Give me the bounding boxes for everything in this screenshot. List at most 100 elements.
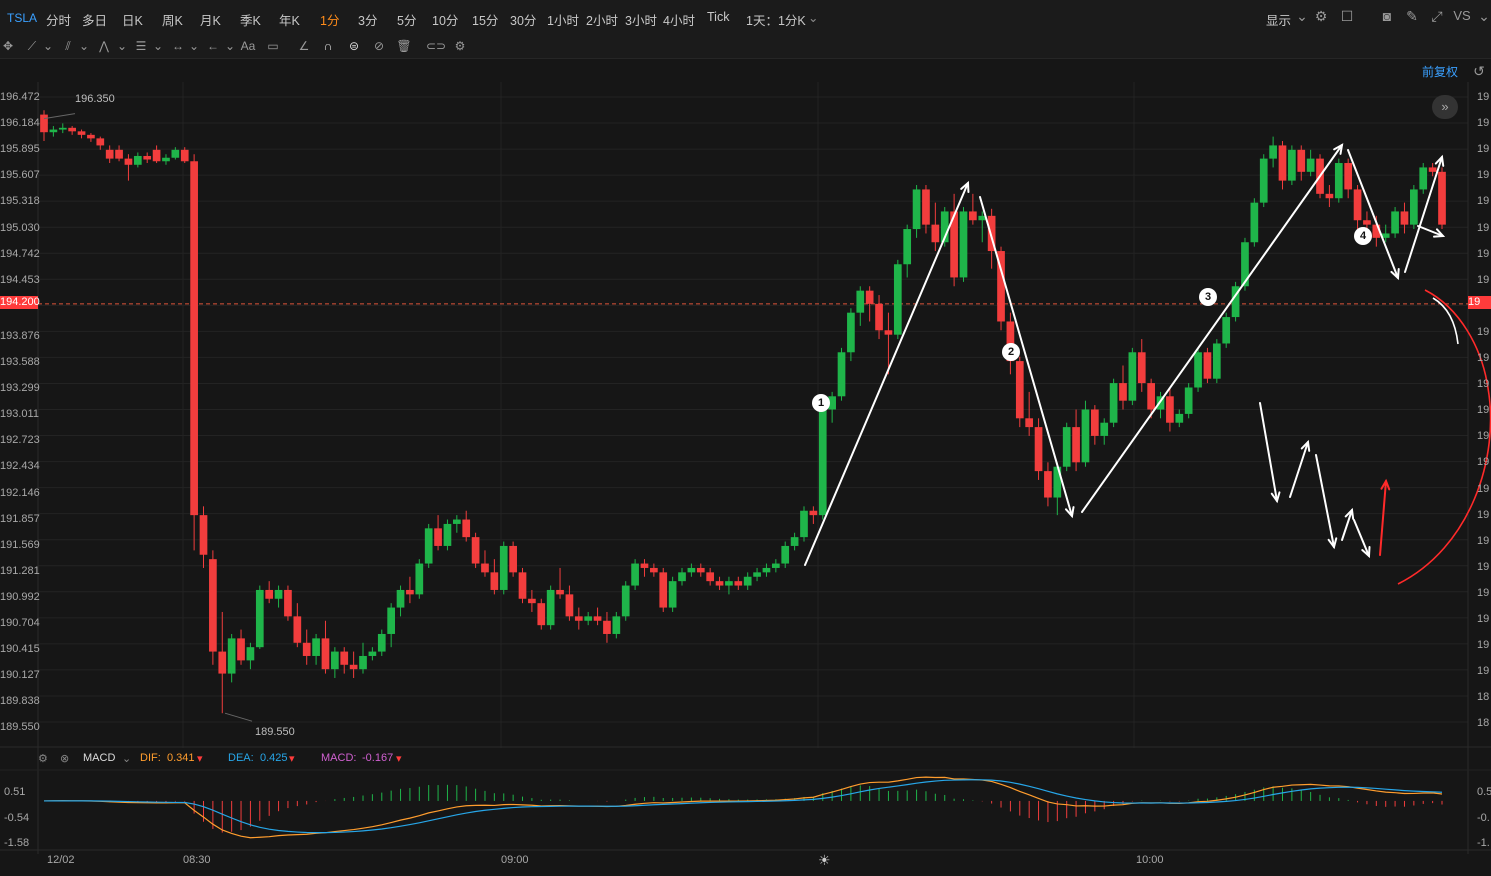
candle-body [706,572,715,582]
candle-body [556,589,564,595]
wave-arrow-2 [979,196,1073,517]
macd-name[interactable]: MACD [83,752,115,764]
timeframe-tab-0[interactable]: 分时 [46,10,71,29]
timeframe-tab-7[interactable]: 1分 [320,10,339,29]
candle-body [1325,193,1334,199]
link-icon[interactable]: ⊂⊃ [426,38,446,54]
sketch-arrow-c [1315,454,1335,548]
x-label-0900: 09:00 [501,854,529,866]
trash-icon[interactable]: 🗑 [396,38,412,54]
timeframe-tab-17[interactable]: Tick [707,10,729,24]
candle-body [574,616,583,621]
macd-value: -0.167 [362,752,394,764]
timeframe-tab-5[interactable]: 季K [240,10,261,29]
candle-body [331,651,339,670]
timeframe-tab-2[interactable]: 日K [122,10,143,29]
macd-y-label-1: -0.54 [4,811,30,824]
candle-body [1438,171,1446,225]
candle-body [424,528,433,564]
price-chart[interactable] [0,58,1491,876]
candle-body [1288,149,1296,181]
chevron-down-icon[interactable]: ⌄ [150,38,166,54]
measure-icon[interactable]: ∠ [296,38,312,54]
timeframe-tab-13[interactable]: 1小时 [547,10,579,29]
candle-body [762,567,771,573]
timeframe-tab-8[interactable]: 3分 [358,10,377,29]
drawing-toolbar: ✥ ⟋ ⌄ ⫽ ⌄ ⋀ ⌄ ☰ ⌄ ↔ ⌄ ← ⌄ Aa ▭ ∠ ∩ ⊜ ⊘ 🗑… [0,34,1491,59]
display-menu[interactable]: 显示 [1266,10,1291,29]
macd-right-label-1: -0. [1477,811,1490,824]
chevron-down-icon[interactable]: ⌄ [1475,7,1491,25]
wave-label-3: 3 [1199,288,1217,306]
timeframe-tab-1[interactable]: 多日 [82,10,107,29]
high-leader [43,113,76,120]
pencil-icon[interactable]: ✎ [1403,7,1421,25]
chevron-down-icon[interactable]: ⌄ [76,38,92,54]
comment-icon[interactable]: ▭ [265,38,281,54]
candle-body [959,211,968,278]
timeframe-tab-12[interactable]: 30分 [510,10,536,29]
candle-body [1128,352,1137,401]
gear-icon[interactable]: ⚙ [1312,7,1330,25]
line-tool-icon[interactable]: ⟋ [24,38,40,54]
close-icon[interactable]: ⊗ [60,752,69,765]
gear-icon[interactable]: ⚙ [452,38,468,54]
right-y-label-6: 19 [1477,247,1490,260]
chevron-down-icon[interactable]: ⌄ [114,38,130,54]
candle-body [1119,383,1127,401]
layout-icon[interactable]: ☐ [1338,7,1356,25]
move-icon[interactable]: ✥ [0,38,16,54]
candle-body [612,616,621,634]
arrow-tool-icon[interactable]: ← [205,38,221,54]
expand-icon[interactable]: » [1432,95,1458,119]
channel-tool-icon[interactable]: ⫽ [60,38,76,54]
right-y-label-3: 19 [1477,169,1490,182]
y-label-0: 196.472 [0,91,40,103]
chevron-down-icon[interactable]: ⌄ [1293,7,1311,25]
wave-label-2: 2 [1002,343,1020,361]
chevron-down-icon[interactable]: ⌄ [808,10,818,25]
right-y-label-17: 19 [1477,560,1490,573]
chevron-down-icon[interactable]: ⌄ [186,38,202,54]
timeframe-tab-14[interactable]: 2小时 [586,10,618,29]
fib-tool-icon[interactable]: ☰ [133,38,149,54]
chevron-down-icon[interactable]: ⌄ [222,38,238,54]
candle-body [359,655,367,670]
chevron-down-icon[interactable]: ⌄ [122,752,131,765]
macd-right-label-0: 0.5 [1477,786,1491,798]
timeframe-tab-16[interactable]: 4小时 [663,10,695,29]
camera-icon[interactable]: ◙ [1378,7,1396,25]
y-label-11: 193.299 [0,382,40,395]
candle-body [696,567,705,573]
current-price-tag: 194.200 [0,296,40,309]
candle-body [1166,396,1174,423]
timeframe-tab-15[interactable]: 3小时 [625,10,657,29]
timeframe-tab-10[interactable]: 10分 [432,10,458,29]
candle-body [87,134,95,139]
fullscreen-icon[interactable]: ⤢ [1428,7,1446,25]
candle-body [1034,427,1043,472]
candle-body [1269,145,1277,159]
pattern-tool-icon[interactable]: ⋀ [96,38,112,54]
timeframe-tab-9[interactable]: 5分 [397,10,416,29]
range-tool-icon[interactable]: ↔ [170,38,186,54]
candle-body [800,510,808,538]
hide-drawing-icon[interactable]: ⊘ [371,38,387,54]
compare-icon[interactable]: VS [1453,7,1471,25]
right-y-label-12: 19 [1477,430,1490,443]
candle-body [1194,352,1202,388]
timeframe-tab-11[interactable]: 15分 [472,10,498,29]
gear-icon[interactable]: ⚙ [38,752,48,765]
right-y-label-19: 19 [1477,613,1490,625]
symbol-label[interactable]: TSLA [7,11,37,25]
period-select[interactable]: 1天：1分K [746,10,806,29]
lock-drawing-icon[interactable]: ⊜ [346,38,362,54]
timeframe-tab-6[interactable]: 年K [279,10,300,29]
candle-body [377,633,386,652]
chevron-down-icon[interactable]: ⌄ [40,38,56,54]
timeframe-tab-3[interactable]: 周K [162,10,183,29]
macd-y-label-0: 0.51 [4,786,26,798]
text-tool-icon[interactable]: Aa [240,38,256,54]
magnet-icon[interactable]: ∩ [320,38,336,54]
timeframe-tab-4[interactable]: 月K [200,10,221,29]
